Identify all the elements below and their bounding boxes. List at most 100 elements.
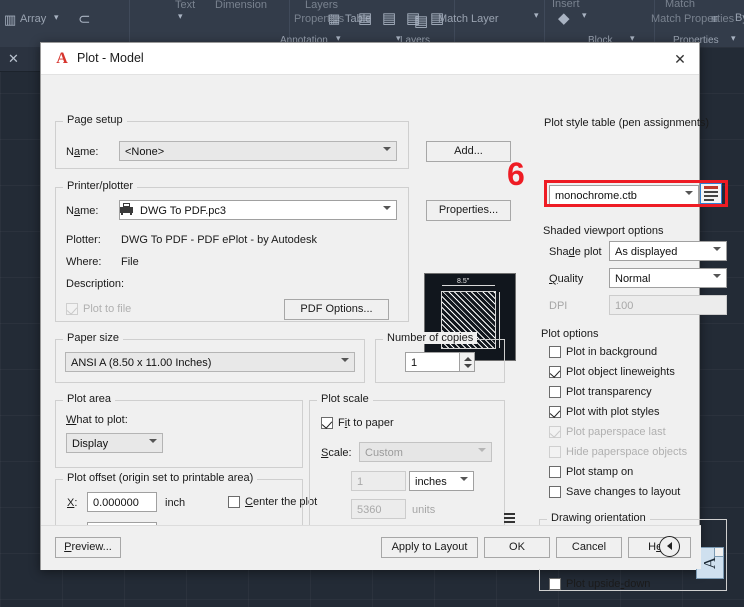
paper-size-title: Paper size xyxy=(63,332,123,344)
pdf-options-button[interactable]: PDF Options... xyxy=(284,299,389,320)
scale-numerator-input[interactable]: 1 xyxy=(351,471,406,491)
plot-scale-title: Plot scale xyxy=(317,393,373,405)
paper-size-select[interactable]: ANSI A (8.50 x 11.00 Inches) xyxy=(65,352,355,372)
offset-x-label: X: xyxy=(67,497,77,509)
match-layer-icon[interactable]: ▤ xyxy=(414,12,428,30)
plotter-value: DWG To PDF - PDF ePlot - by Autodesk xyxy=(121,234,317,246)
ribbon-item-array[interactable]: Array xyxy=(20,13,46,25)
add-page-setup-button[interactable]: Add... xyxy=(426,141,511,162)
plot-style-select[interactable]: monochrome.ctb xyxy=(549,185,699,205)
plot-upside-down-checkbox[interactable]: Plot upside-down xyxy=(549,578,650,591)
shade-plot-select[interactable]: As displayed xyxy=(609,241,727,261)
page-setup-name-select[interactable]: <None> xyxy=(119,141,397,161)
chevron-down-icon[interactable] xyxy=(149,438,158,447)
chevron-down-icon[interactable]: ▾ xyxy=(534,10,539,21)
cancel-button[interactable]: Cancel xyxy=(556,537,622,558)
chevron-down-icon[interactable] xyxy=(460,476,469,485)
fit-to-paper-checkbox[interactable]: Fit to paper xyxy=(321,417,394,430)
chevron-down-icon[interactable]: ▾ xyxy=(731,33,736,44)
ribbon-item-text[interactable]: Text xyxy=(175,0,195,11)
plot-option-plot-in-background[interactable]: Plot in background xyxy=(549,346,657,359)
ribbon-panel-annotation[interactable]: Text Dimension ▾ ▦ Table Annotation ▾ xyxy=(130,0,290,47)
page-setup-name-label: Name: xyxy=(66,146,98,158)
plot-option-plot-paperspace-last: Plot paperspace last xyxy=(549,426,666,439)
dim-line-width xyxy=(442,285,495,286)
chevron-down-icon[interactable] xyxy=(713,273,722,282)
dialog-title: Plot - Model xyxy=(77,51,144,65)
close-icon[interactable]: ✕ xyxy=(669,49,691,69)
offset-x-input[interactable]: 0.000000 xyxy=(87,492,157,512)
close-tab-icon[interactable]: ✕ xyxy=(8,51,19,67)
copies-stepper[interactable] xyxy=(460,352,475,372)
what-to-plot-select[interactable]: Display xyxy=(66,433,163,453)
checkbox-box xyxy=(228,496,240,508)
printer-properties-button[interactable]: Properties... xyxy=(426,200,511,221)
scale-unit-select[interactable]: inches xyxy=(409,471,474,491)
plot-to-file-label: Plot to file xyxy=(83,303,131,315)
ribbon-item-layer-properties-1: Layers xyxy=(305,0,338,11)
collapse-left-icon[interactable] xyxy=(659,536,680,557)
ribbon-panel-block[interactable]: Insert ▾ ◆ ▾ Block ▾ xyxy=(540,0,655,47)
chevron-down-icon[interactable]: ▾ xyxy=(54,12,59,23)
ribbon-panel-properties[interactable]: Match Match Properties ≡ By Properties ▾ xyxy=(655,0,744,47)
fit-to-paper-label: Fit to paper xyxy=(338,417,394,429)
chevron-down-icon[interactable] xyxy=(383,205,392,214)
block-editor-icon[interactable]: ◆ xyxy=(558,9,570,27)
layer-isolate-icon[interactable]: ▤ xyxy=(358,9,372,27)
checkbox-box xyxy=(66,303,78,315)
plot-options-title: Plot options xyxy=(541,328,598,340)
ok-button[interactable]: OK xyxy=(484,537,550,558)
plot-option-plot-stamp-on[interactable]: Plot stamp on xyxy=(549,466,633,479)
chevron-down-icon[interactable] xyxy=(685,190,694,199)
plot-option-label: Hide paperspace objects xyxy=(566,446,687,458)
where-value: File xyxy=(121,256,139,268)
plot-option-label: Plot paperspace last xyxy=(566,426,666,438)
ribbon-panel-modify[interactable]: Array ▥ ▾ ⊂ xyxy=(0,0,130,47)
layer-off-icon[interactable]: ▤ xyxy=(382,9,396,27)
scale-denominator-input[interactable]: 5360 xyxy=(351,499,406,519)
stepper-up-icon[interactable] xyxy=(464,357,472,361)
array-icon: ▥ xyxy=(4,12,16,28)
stepper-down-icon[interactable] xyxy=(464,364,472,368)
description-label: Description: xyxy=(66,278,124,290)
plot-dialog[interactable]: A Plot - Model ✕ Page setup Name: <None>… xyxy=(40,42,700,570)
ribbon-item-dimension[interactable]: Dimension xyxy=(215,0,267,11)
chevron-down-icon[interactable]: ▾ xyxy=(178,11,183,22)
plot-option-label: Plot stamp on xyxy=(566,466,633,478)
plot-option-plot-with-plot-styles[interactable]: Plot with plot styles xyxy=(549,406,660,419)
ribbon-item-bylayer[interactable]: By xyxy=(735,12,744,24)
plot-to-file-checkbox[interactable]: Plot to file xyxy=(66,303,131,316)
plot-style-edit-icon xyxy=(704,186,718,189)
copies-title: Number of copies xyxy=(383,332,477,344)
ribbon-toolbar[interactable]: Array ▥ ▾ ⊂ Text Dimension ▾ ▦ Table Ann… xyxy=(0,0,744,47)
plot-option-plot-object-lineweights[interactable]: Plot object lineweights xyxy=(549,366,675,379)
chevron-down-icon[interactable]: ▾ xyxy=(582,10,587,21)
fillet-icon[interactable]: ⊂ xyxy=(78,10,91,28)
plot-area-title: Plot area xyxy=(63,393,115,405)
center-the-plot-checkbox[interactable]: Center the plot xyxy=(228,496,317,509)
preview-button[interactable]: Preview... xyxy=(55,537,121,558)
copies-input[interactable]: 1 xyxy=(405,352,460,372)
chevron-down-icon[interactable] xyxy=(478,447,487,456)
scale-select[interactable]: Custom xyxy=(359,442,492,462)
plotter-label: Plotter: xyxy=(66,234,101,246)
plot-style-edit-button[interactable] xyxy=(700,183,722,204)
plot-option-label: Plot transparency xyxy=(566,386,652,398)
ribbon-panel-matchlayer[interactable]: ▤ Match Layer ▾ xyxy=(400,0,545,47)
ribbon-item-layer-properties[interactable]: Properties xyxy=(294,13,344,25)
plot-option-save-changes-to-layout[interactable]: Save changes to layout xyxy=(549,486,680,499)
properties-list-icon[interactable]: ≡ xyxy=(711,12,718,26)
ribbon-item-match-properties[interactable]: Match Properties xyxy=(651,13,734,25)
chevron-down-icon[interactable] xyxy=(713,246,722,255)
chevron-down-icon[interactable] xyxy=(341,357,350,366)
printer-name-select[interactable]: DWG To PDF.pc3 xyxy=(119,200,397,220)
dpi-input[interactable]: 100 xyxy=(609,295,727,315)
plot-option-plot-transparency[interactable]: Plot transparency xyxy=(549,386,652,399)
chevron-down-icon[interactable] xyxy=(383,146,392,155)
checkbox-box xyxy=(549,406,561,418)
hamburger-icon[interactable] xyxy=(504,513,515,524)
ribbon-item-match-layer[interactable]: Match Layer xyxy=(438,13,499,25)
quality-select[interactable]: Normal xyxy=(609,268,727,288)
apply-to-layout-button[interactable]: Apply to Layout xyxy=(381,537,478,558)
shade-plot-label: Shade plot xyxy=(549,246,602,258)
